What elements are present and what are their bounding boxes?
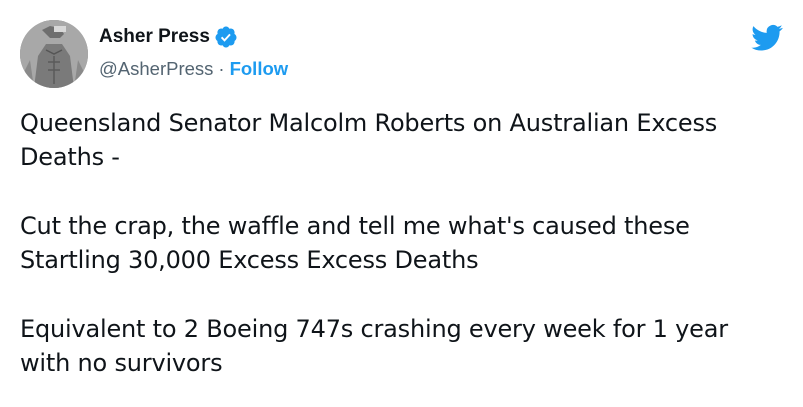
tweet-paragraph: Queensland Senator Malcolm Roberts on Au… [20, 109, 718, 171]
tweet-text: Queensland Senator Malcolm Roberts on Au… [20, 106, 780, 407]
name-row: Asher Press [99, 22, 288, 52]
user-info: Asher Press @AsherPress · Follow [99, 22, 288, 84]
tweet-paragraph: Cut the crap, the waffle and tell me wha… [20, 212, 690, 274]
user-handle[interactable]: @AsherPress [99, 58, 213, 80]
follow-button[interactable]: Follow [230, 58, 289, 80]
display-name[interactable]: Asher Press [99, 26, 210, 48]
tweet-card: Asher Press @AsherPress · Follow Queensl… [0, 0, 803, 407]
twitter-bird-icon[interactable] [751, 24, 783, 52]
handle-row: @AsherPress · Follow [99, 54, 288, 84]
avatar[interactable] [20, 20, 88, 88]
separator-dot: · [218, 58, 225, 79]
tweet-paragraph: Equivalent to 2 Boeing 747s crashing eve… [20, 315, 728, 377]
avatar-portrait-icon [20, 20, 88, 88]
verified-badge-icon [214, 25, 238, 49]
